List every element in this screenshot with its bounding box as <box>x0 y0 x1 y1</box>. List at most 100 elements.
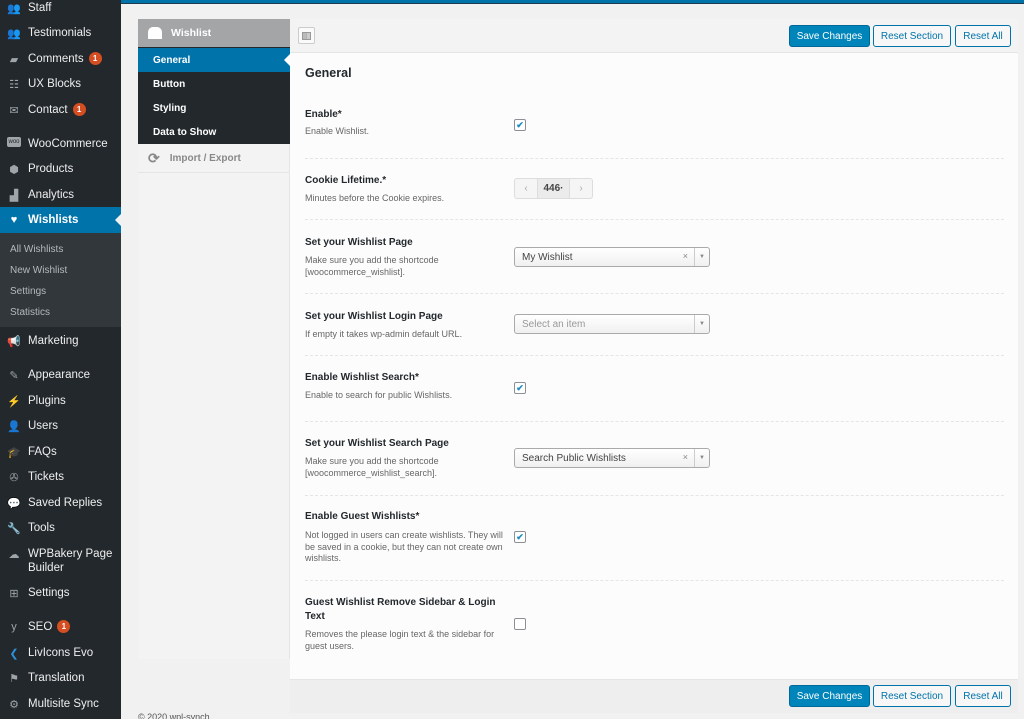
menu-item-users[interactable]: 👤 Users <box>0 419 121 433</box>
ux-blocks-icon: ☷ <box>9 78 19 91</box>
field-wishlist-page-desc: Make sure you add the shortcode [woocomm… <box>305 255 439 277</box>
home-icon <box>148 27 162 39</box>
field-login-page-desc: If empty it takes wp-admin default URL. <box>305 329 463 339</box>
gear-icon: ⚙ <box>9 698 19 711</box>
options-nav-button[interactable]: Button <box>138 72 290 96</box>
field-remove-sidebar-desc: Removes the please login text & the side… <box>305 629 495 651</box>
field-enable-title: Enable* <box>305 109 342 120</box>
options-nav-general[interactable]: General <box>138 48 290 72</box>
field-remove-sidebar-title: Guest Wishlist Remove Sidebar & Login Te… <box>305 597 496 622</box>
menu-item-woocommerce[interactable]: woo WooCommerce <box>0 137 121 151</box>
chevron-down-icon: ▼ <box>694 315 709 333</box>
import-export-link[interactable]: ⟳ Import / Export <box>138 144 290 173</box>
menu-item-products[interactable]: ⬢ Products <box>0 162 121 176</box>
field-wishlist-page-title: Set your Wishlist Page <box>305 237 413 248</box>
menu-item-appearance[interactable]: ✎ Appearance <box>0 368 121 382</box>
divider <box>305 293 1004 294</box>
user-icon: 👤 <box>7 420 21 433</box>
menu-item-faqs[interactable]: 🎓 FAQs <box>0 445 121 459</box>
testimonials-icon: 👥 <box>7 27 21 40</box>
reset-all-button-bottom[interactable]: Reset All <box>955 685 1011 707</box>
field-cookie-lifetime-desc: Minutes before the Cookie expires. <box>305 193 445 203</box>
decrement-button[interactable]: ‹ <box>515 179 537 198</box>
menu-item-translation[interactable]: ⚑ Translation <box>0 671 121 685</box>
chevron-down-icon: ▼ <box>694 248 709 266</box>
field-cookie-lifetime-title: Cookie Lifetime.* <box>305 175 387 186</box>
wishlist-page-select[interactable]: My Wishlist × ▼ <box>514 247 710 267</box>
wrench-icon: 🔧 <box>7 522 21 535</box>
saved-replies-icon: 💬 <box>7 497 21 510</box>
field-search-page-desc: Make sure you add the shortcode [woocomm… <box>305 456 439 478</box>
analytics-icon: ▟ <box>9 189 19 202</box>
check-icon: ✔ <box>516 382 524 393</box>
cookie-lifetime-spinner: ‹ 446· › <box>514 178 593 199</box>
field-guest-wishlists-desc: Not logged in users can create wishlists… <box>305 530 503 563</box>
menu-item-staff[interactable]: 👥 Staff <box>0 1 121 15</box>
divider <box>305 495 1004 496</box>
submenu-all-wishlists[interactable]: All Wishlists <box>10 244 63 255</box>
brush-icon: ✎ <box>9 369 19 382</box>
woocommerce-icon: woo <box>7 137 21 147</box>
menu-item-analytics[interactable]: ▟ Analytics <box>0 188 121 202</box>
reset-all-button-top[interactable]: Reset All <box>955 25 1011 47</box>
increment-button[interactable]: › <box>570 179 592 198</box>
remove-sidebar-checkbox[interactable] <box>514 618 526 630</box>
guest-wishlists-checkbox[interactable]: ✔ <box>514 531 526 543</box>
menu-item-comments[interactable]: ▰ Comments 1 <box>0 52 121 66</box>
menu-item-ux-blocks[interactable]: ☷ UX Blocks <box>0 77 121 91</box>
menu-item-plugins[interactable]: ⚡ Plugins <box>0 394 121 408</box>
section-title: General <box>305 66 352 80</box>
field-wishlist-search-title: Enable Wishlist Search* <box>305 372 419 383</box>
menu-item-saved-replies[interactable]: 💬 Saved Replies <box>0 496 121 510</box>
clear-icon[interactable]: × <box>683 452 688 462</box>
reset-section-button-top[interactable]: Reset Section <box>873 25 951 47</box>
menu-item-marketing[interactable]: 📢 Marketing <box>0 334 121 348</box>
comments-icon: ▰ <box>9 53 19 66</box>
wishlists-submenu: All Wishlists New Wishlist Settings Stat… <box>0 233 121 327</box>
comments-count-badge: 1 <box>88 52 102 65</box>
footer-text: © 2020 wpl-synch <box>138 712 210 719</box>
settings-icon: ⊞ <box>9 587 19 600</box>
faq-icon: 🎓 <box>7 446 21 459</box>
products-icon: ⬢ <box>9 163 19 176</box>
divider <box>305 580 1004 581</box>
divider <box>305 355 1004 356</box>
options-nav-styling[interactable]: Styling <box>138 96 290 120</box>
divider <box>305 219 1004 220</box>
reset-section-button-bottom[interactable]: Reset Section <box>873 685 951 707</box>
submenu-settings[interactable]: Settings <box>10 286 46 297</box>
admin-sidebar: 👥 Staff 👥 Testimonials ▰ Comments 1 ☷ UX Bloc… <box>0 0 121 719</box>
menu-item-testimonials[interactable]: 👥 Testimonials <box>0 26 121 40</box>
menu-item-multisite-sync[interactable]: ⚙ Multisite Sync <box>0 697 121 711</box>
menu-item-settings[interactable]: ⊞ Settings <box>0 586 121 600</box>
menu-item-livicons[interactable]: ❮ LivIcons Evo <box>0 646 121 660</box>
menu-item-wishlists[interactable]: ♥ Wishlists <box>0 207 121 233</box>
ticket-icon: ✇ <box>9 471 19 484</box>
save-changes-button-bottom[interactable]: Save Changes <box>789 685 870 707</box>
livicons-icon: ❮ <box>9 647 19 660</box>
layout-toggle-icon[interactable] <box>298 27 315 44</box>
save-changes-button-top[interactable]: Save Changes <box>789 25 870 47</box>
flag-icon: ⚑ <box>9 672 19 685</box>
submenu-new-wishlist[interactable]: New Wishlist <box>10 265 67 276</box>
field-enable-desc: Enable Wishlist. <box>305 126 370 136</box>
menu-item-seo[interactable]: y SEO 1 <box>0 620 121 634</box>
divider <box>305 158 1004 159</box>
login-page-select[interactable]: Select an item ▼ <box>514 314 710 334</box>
options-nav-data-to-show[interactable]: Data to Show <box>138 120 290 144</box>
chevron-down-icon: ▼ <box>694 449 709 467</box>
divider <box>305 421 1004 422</box>
wishlist-search-checkbox[interactable]: ✔ <box>514 382 526 394</box>
submenu-statistics[interactable]: Statistics <box>10 307 50 318</box>
menu-item-wpbakery[interactable]: ☁ WPBakery Page Builder <box>0 547 121 575</box>
enable-checkbox[interactable]: ✔ <box>514 119 526 131</box>
menu-item-tickets[interactable]: ✇ Tickets <box>0 470 121 484</box>
plugin-icon: ⚡ <box>7 395 21 408</box>
field-login-page-title: Set your Wishlist Login Page <box>305 311 443 322</box>
check-icon: ✔ <box>516 119 524 130</box>
search-page-select[interactable]: Search Public Wishlists × ▼ <box>514 448 710 468</box>
menu-item-tools[interactable]: 🔧 Tools <box>0 521 121 535</box>
cookie-lifetime-input[interactable]: 446· <box>537 179 570 198</box>
clear-icon[interactable]: × <box>683 251 688 261</box>
menu-item-contact[interactable]: ✉ Contact 1 <box>0 103 121 117</box>
